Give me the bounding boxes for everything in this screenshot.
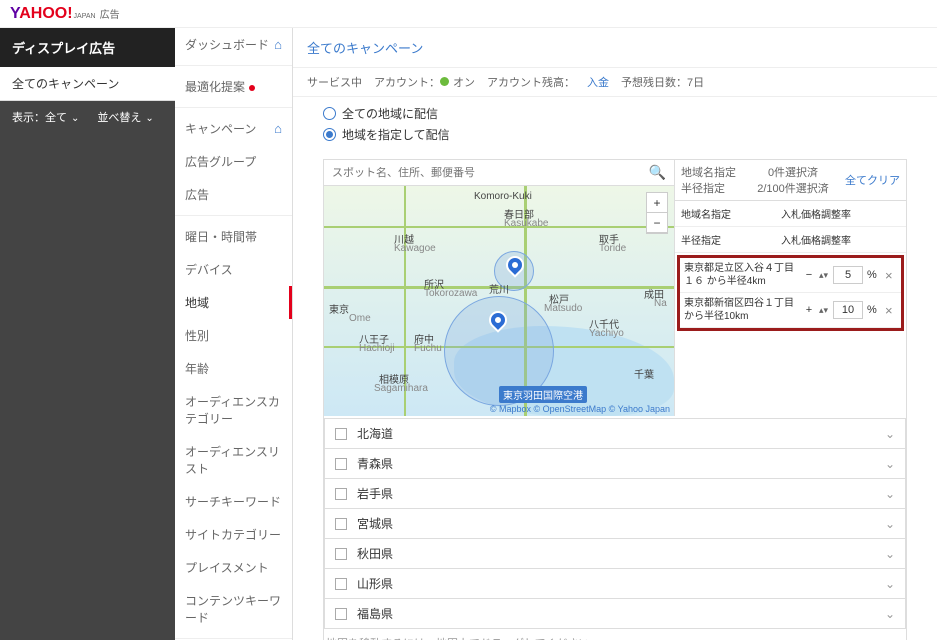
bid-adjustment-highlight: 東京都足立区入谷４丁目１６ から半径4km − ▴▾ 5 % × 東京都新宿区四… [677, 255, 904, 331]
region-row[interactable]: 宮城県 ⌄ [324, 509, 906, 539]
location-search[interactable]: 🔍 [324, 160, 674, 186]
remove-icon[interactable]: × [885, 268, 897, 283]
nav-region[interactable]: 地域 [175, 286, 292, 319]
region-row[interactable]: 北海道 ⌄ [324, 418, 906, 449]
sidebar-sort[interactable]: 並べ替え [97, 109, 153, 125]
nav-placement[interactable]: プレイスメント [175, 551, 292, 584]
notification-dot-icon [249, 85, 255, 91]
region-row[interactable]: 秋田県 ⌄ [324, 539, 906, 569]
logo: YAHOO!JAPAN広告 [10, 5, 120, 23]
nav-audience-list[interactable]: オーディエンスリスト [175, 435, 292, 485]
map[interactable]: Komoro-Kuki 春日部 Kasukabe 川越 Kawagoe 所沢 T… [324, 186, 674, 416]
region-label: 山形県 [357, 575, 393, 592]
selection-panel: 地域名指定半径指定 0件選択済2/100件選択済 全てクリア 地域名指定入札価格… [674, 160, 906, 416]
checkbox[interactable] [335, 458, 347, 470]
region-row[interactable]: 福島県 ⌄ [324, 599, 906, 629]
home-icon: ⌂ [274, 121, 282, 136]
topbar: YAHOO!JAPAN広告 [0, 0, 937, 28]
radio-select-regions[interactable]: 地域を指定して配信 [323, 124, 907, 145]
breadcrumb[interactable]: 全てのキャンペーン [293, 28, 937, 68]
radius-entry: 東京都新宿区四谷１丁目 から半径10km + ▴▾ 10 % × [680, 293, 901, 328]
chevron-down-icon: ⌄ [885, 517, 895, 531]
sidebar-title: ディスプレイ広告 [0, 28, 175, 67]
chevron-down-icon: ⌄ [885, 577, 895, 591]
chevron-down-icon: ⌄ [885, 547, 895, 561]
chevron-down-icon: ⌄ [885, 457, 895, 471]
radio-all-regions[interactable]: 全ての地域に配信 [323, 103, 907, 124]
sidebar-all-campaigns[interactable]: 全てのキャンペーン [0, 67, 175, 101]
nav-ad[interactable]: 広告 [175, 178, 292, 211]
home-icon: ⌂ [274, 37, 282, 52]
checkbox[interactable] [335, 518, 347, 530]
account-info-bar: サービス中 アカウント：オン アカウント残高： 入金 予想残日数：7日 [293, 68, 937, 97]
nav-daytime[interactable]: 曜日・時間帯 [175, 220, 292, 253]
nav-age[interactable]: 年齢 [175, 352, 292, 385]
zoom-out-icon[interactable]: − [647, 213, 667, 233]
region-label: 岩手県 [357, 485, 393, 502]
nav-site-category[interactable]: サイトカテゴリー [175, 518, 292, 551]
sign-toggle[interactable]: − [803, 269, 815, 281]
stepper-icon[interactable]: ▴▾ [819, 270, 829, 281]
sign-toggle[interactable]: + [803, 304, 815, 316]
nav-optimize[interactable]: 最適化提案 [175, 70, 292, 103]
radius-entry: 東京都足立区入谷４丁目１６ から半径4km − ▴▾ 5 % × [680, 258, 901, 293]
nav-search-keyword[interactable]: サーチキーワード [175, 485, 292, 518]
chevron-down-icon: ⌄ [885, 607, 895, 621]
region-label: 福島県 [357, 605, 393, 622]
search-input[interactable] [332, 167, 649, 179]
region-label: 秋田県 [357, 545, 393, 562]
map-hint: 地図を移動するには、地図上でドラッグしてください。 [324, 629, 906, 640]
stepper-icon[interactable]: ▴▾ [819, 305, 829, 316]
zoom-in-icon[interactable]: + [647, 193, 667, 213]
remove-icon[interactable]: × [885, 303, 897, 318]
chevron-down-icon: ⌄ [885, 487, 895, 501]
region-row[interactable]: 青森県 ⌄ [324, 449, 906, 479]
nav-adgroup[interactable]: 広告グループ [175, 145, 292, 178]
sidebar-secondary: ダッシュボード⌂ 最適化提案 キャンペーン⌂ 広告グループ 広告 曜日・時間帯 … [175, 28, 293, 640]
checkbox[interactable] [335, 428, 347, 440]
checkbox[interactable] [335, 488, 347, 500]
region-label: 青森県 [357, 455, 393, 472]
checkbox[interactable] [335, 548, 347, 560]
bid-value-input[interactable]: 5 [833, 266, 863, 284]
map-zoom[interactable]: +− [646, 192, 668, 234]
region-label: 北海道 [357, 425, 393, 442]
nav-content-keyword[interactable]: コンテンツキーワード [175, 584, 292, 634]
chevron-down-icon: ⌄ [885, 427, 895, 441]
search-icon[interactable]: 🔍 [649, 164, 666, 181]
nav-campaign[interactable]: キャンペーン⌂ [175, 112, 292, 145]
checkbox[interactable] [335, 608, 347, 620]
deposit-link[interactable]: 入金 [587, 74, 609, 90]
clear-all-link[interactable]: 全てクリア [845, 172, 900, 188]
status-dot-icon [440, 77, 449, 86]
region-row[interactable]: 岩手県 ⌄ [324, 479, 906, 509]
nav-audience-category[interactable]: オーディエンスカテゴリー [175, 385, 292, 435]
nav-dashboard[interactable]: ダッシュボード⌂ [175, 28, 292, 61]
nav-device[interactable]: デバイス [175, 253, 292, 286]
map-attribution: © Mapbox © OpenStreetMap © Yahoo Japan [490, 404, 670, 414]
region-row[interactable]: 山形県 ⌄ [324, 569, 906, 599]
region-label: 宮城県 [357, 515, 393, 532]
nav-gender[interactable]: 性別 [175, 319, 292, 352]
checkbox[interactable] [335, 578, 347, 590]
sidebar-display-filter[interactable]: 表示：全て [12, 109, 79, 125]
bid-value-input[interactable]: 10 [833, 301, 863, 319]
sidebar-primary: ディスプレイ広告 全てのキャンペーン 表示：全て 並べ替え [0, 28, 175, 640]
